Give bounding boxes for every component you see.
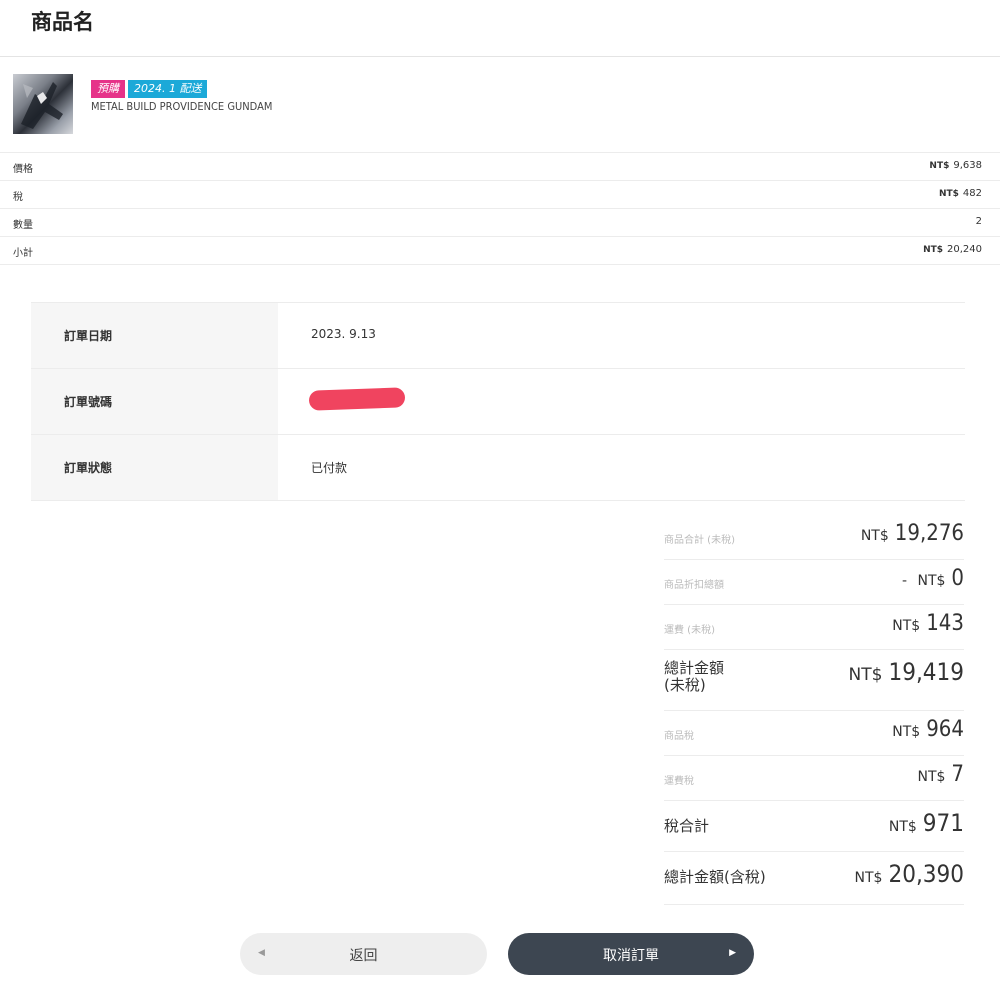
tax-total-label: 稅合計 xyxy=(664,817,710,835)
gundam-figure-icon xyxy=(21,82,63,129)
quantity-row: 數量 2 xyxy=(0,208,1000,236)
product-image[interactable] xyxy=(13,74,73,134)
summary-row: 商品折扣總額 - NT$ 0 xyxy=(664,560,964,605)
amount: 482 xyxy=(962,188,982,199)
summary-row: 總計金額(含稅) NT$ 20,390 xyxy=(664,852,964,905)
order-status-row: 訂單狀態 已付款 xyxy=(31,435,965,501)
currency-label: NT$ xyxy=(929,161,950,171)
quantity-value: 2 xyxy=(976,216,982,227)
order-date-label: 訂單日期 xyxy=(64,329,113,343)
shipping-tax-value: NT$ 7 xyxy=(917,762,964,787)
discount-label: 商品折扣總額 xyxy=(664,580,724,591)
amount: 2 xyxy=(975,216,982,227)
item-tax-value: NT$ 964 xyxy=(892,717,964,742)
tax-value: NT$ 482 xyxy=(939,188,982,199)
arrow-right-icon: ▶ xyxy=(729,948,736,958)
grand-total-value: NT$ 20,390 xyxy=(854,860,964,888)
items-subtotal-label: 商品合計 (未稅) xyxy=(664,535,735,546)
cancel-order-button[interactable]: 取消訂單 ▶ xyxy=(508,933,754,975)
order-date-value: 2023. 9.13 xyxy=(311,327,376,341)
order-status-label: 訂單狀態 xyxy=(64,461,113,475)
preorder-badge: 預購 xyxy=(91,80,125,98)
order-status-value: 已付款 xyxy=(311,461,348,475)
shipping-label: 運費 (未稅) xyxy=(664,625,715,636)
summary-row: 稅合計 NT$ 971 xyxy=(664,801,964,852)
subtotal-value: NT$ 20,240 xyxy=(923,244,982,255)
subtotal-row: 小計 NT$ 20,240 xyxy=(0,236,1000,265)
price-label: 價格 xyxy=(13,164,33,175)
product-name[interactable]: METAL BUILD PROVIDENCE GUNDAM xyxy=(91,100,272,113)
summary-row: 商品稅 NT$ 964 xyxy=(664,711,964,756)
order-info-table: 訂單日期 2023. 9.13 訂單號碼 訂單狀態 已付款 xyxy=(31,302,965,501)
back-button-label: 返回 xyxy=(349,948,378,964)
currency-label: NT$ xyxy=(923,245,943,255)
tax-label: 稅 xyxy=(13,192,23,203)
product-item: 預購 2024. 1 配送 METAL BUILD PROVIDENCE GUND… xyxy=(13,74,993,136)
cancel-order-button-label: 取消訂單 xyxy=(603,948,659,964)
summary-row: 商品合計 (未稅) NT$ 19,276 xyxy=(664,515,964,560)
tax-row: 稅 NT$ 482 xyxy=(0,180,1000,208)
summary-row: 運費稅 NT$ 7 xyxy=(664,756,964,801)
price-breakdown: 價格 NT$ 9,638 稅 NT$ 482 數量 2 小計 NT$ 20,240 xyxy=(0,152,1000,265)
page-title: 商品名 xyxy=(31,10,94,34)
price-row: 價格 NT$ 9,638 xyxy=(0,152,1000,180)
item-tax-label: 商品稅 xyxy=(664,731,694,742)
shipping-value: NT$ 143 xyxy=(892,611,964,636)
grand-total-label: 總計金額(含稅) xyxy=(664,868,766,886)
delivery-badge: 2024. 1 配送 xyxy=(128,80,208,98)
total-pretax-label: 總計金額 (未稅) xyxy=(664,659,725,694)
order-number-row: 訂單號碼 xyxy=(31,369,965,435)
back-button[interactable]: ◀ 返回 xyxy=(240,933,487,975)
amount: 20,240 xyxy=(947,244,982,255)
shipping-tax-label: 運費稅 xyxy=(664,776,694,787)
quantity-label: 數量 xyxy=(13,220,33,231)
discount-value: - NT$ 0 xyxy=(901,566,964,591)
summary-row: 總計金額 (未稅) NT$ 19,419 xyxy=(664,650,964,711)
items-subtotal-value: NT$ 19,276 xyxy=(860,521,964,546)
total-pretax-value: NT$ 19,419 xyxy=(848,658,964,686)
order-number-label: 訂單號碼 xyxy=(64,395,113,409)
tax-total-value: NT$ 971 xyxy=(888,809,964,837)
redaction-mark xyxy=(308,387,406,411)
order-date-row: 訂單日期 2023. 9.13 xyxy=(31,303,965,369)
price-value: NT$ 9,638 xyxy=(929,160,982,171)
summary-row: 運費 (未稅) NT$ 143 xyxy=(664,605,964,650)
page-header: 商品名 xyxy=(0,0,1000,57)
subtotal-label: 小計 xyxy=(13,248,33,259)
product-tags: 預購 2024. 1 配送 xyxy=(91,77,210,98)
currency-label: NT$ xyxy=(938,189,959,199)
amount: 9,638 xyxy=(953,160,982,171)
order-summary: 商品合計 (未稅) NT$ 19,276 商品折扣總額 - NT$ 0 運費 (未稅… xyxy=(664,515,964,905)
